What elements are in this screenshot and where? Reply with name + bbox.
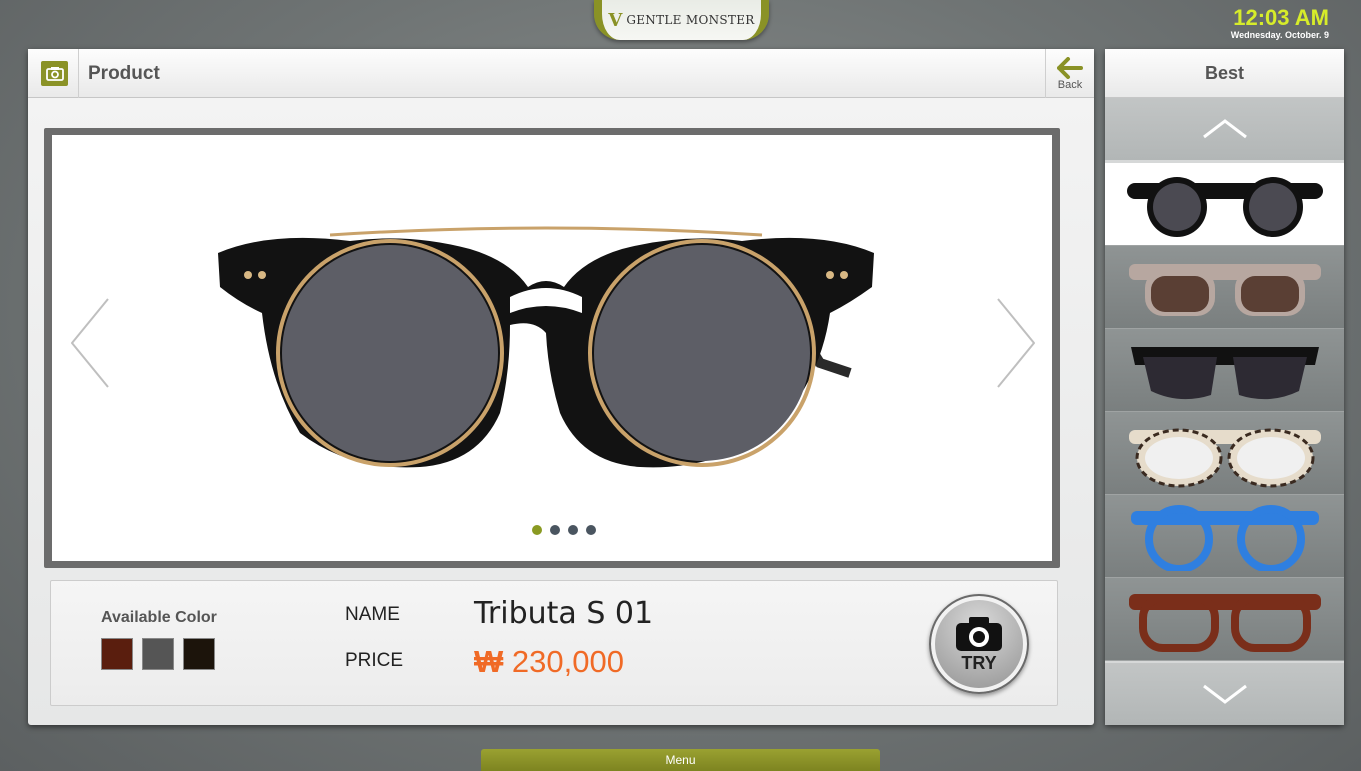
panel-header: Product Back <box>28 49 1094 98</box>
pagination-dot[interactable] <box>568 525 578 535</box>
pagination-dots <box>532 525 596 535</box>
currency-symbol: ₩ <box>474 644 504 679</box>
product-viewer[interactable] <box>52 135 1052 561</box>
glasses-thumbnail <box>1128 594 1321 652</box>
chevron-down-icon <box>1202 684 1247 704</box>
camera-icon <box>41 61 68 86</box>
product-name: Tributa S 01 <box>474 596 654 631</box>
try-button[interactable]: TRY <box>929 594 1029 694</box>
glasses-thumbnail <box>1128 264 1321 316</box>
list-item[interactable] <box>1105 578 1344 661</box>
chevron-up-icon <box>1202 119 1247 139</box>
pagination-dot[interactable] <box>586 525 596 535</box>
color-swatch[interactable] <box>142 638 174 670</box>
scroll-up-button[interactable] <box>1105 98 1344 160</box>
camera-icon <box>956 616 1002 651</box>
price-label: PRICE <box>345 650 404 671</box>
glasses-thumbnail <box>1126 177 1323 237</box>
name-label: NAME <box>345 604 400 625</box>
list-item[interactable] <box>1105 495 1344 578</box>
clock-date: Wednesday. October. 9 <box>1230 30 1329 40</box>
product-price: ₩ 230,000 <box>474 644 624 680</box>
list-item[interactable] <box>1105 329 1344 412</box>
pagination-dot[interactable] <box>550 525 560 535</box>
back-button[interactable]: Back <box>1046 49 1094 98</box>
page-title: Product <box>88 63 160 84</box>
menu-label: Menu <box>665 753 696 767</box>
best-list <box>1105 163 1344 661</box>
product-image <box>218 226 874 468</box>
brand-tab: V GENTLE MONSTER <box>594 0 769 40</box>
back-arrow-icon <box>1057 56 1083 79</box>
brand-logo-icon: V <box>608 9 623 31</box>
best-header: Best <box>1105 49 1344 98</box>
try-label: TRY <box>961 652 997 673</box>
product-panel: Product Back Available Color NAME PRICE … <box>28 49 1094 725</box>
list-item[interactable] <box>1105 412 1344 495</box>
scroll-down-button[interactable] <box>1105 663 1344 725</box>
prev-arrow-icon[interactable] <box>66 293 116 393</box>
glasses-thumbnail <box>1130 347 1319 400</box>
glasses-thumbnail <box>1128 428 1321 488</box>
header-divider <box>78 49 79 98</box>
color-swatch[interactable] <box>183 638 215 670</box>
best-title: Best <box>1204 62 1244 83</box>
clock: 12:03 AM Wednesday. October. 9 <box>1230 5 1329 41</box>
best-sidebar: Best <box>1105 49 1344 725</box>
back-label: Back <box>1057 78 1083 91</box>
next-arrow-icon[interactable] <box>990 293 1040 393</box>
list-item[interactable] <box>1105 163 1344 246</box>
product-viewer-frame <box>44 128 1060 568</box>
glasses-thumbnail <box>1130 505 1319 571</box>
brand-name: GENTLE MONSTER <box>626 13 755 27</box>
menu-button[interactable]: Menu <box>481 749 880 771</box>
price-amount: 230,000 <box>511 644 624 679</box>
list-item[interactable] <box>1105 246 1344 329</box>
available-color-label: Available Color <box>101 609 217 626</box>
pagination-dot[interactable] <box>532 525 542 535</box>
color-swatch[interactable] <box>101 638 133 670</box>
product-info: Available Color NAME PRICE Tributa S 01 … <box>50 580 1058 706</box>
clock-time: 12:03 AM <box>1233 5 1329 30</box>
color-swatches <box>101 638 215 670</box>
